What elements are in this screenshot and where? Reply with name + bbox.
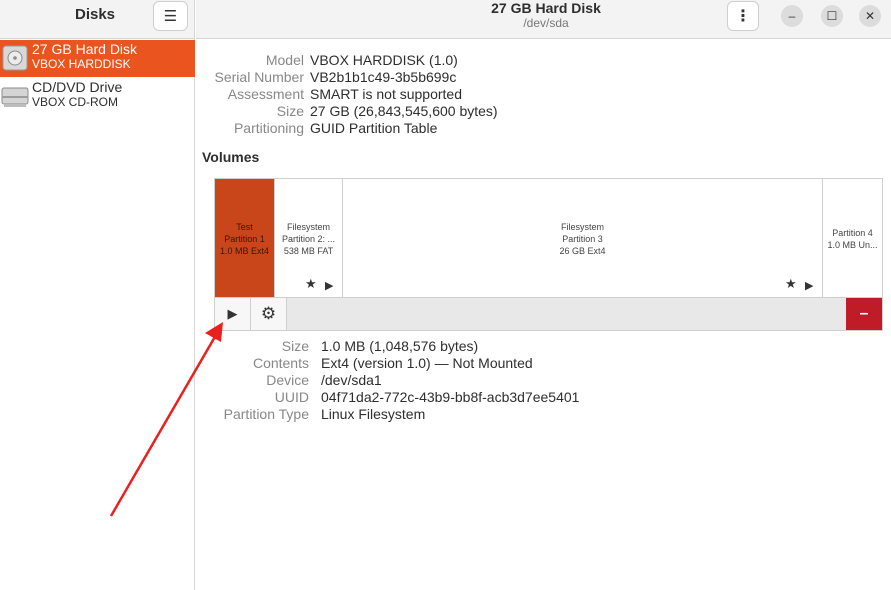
volume-toolbar: ▶ ⚙ – [214, 297, 883, 331]
property-value: /dev/sda1 [321, 372, 382, 388]
delete-partition-button[interactable]: – [846, 298, 882, 330]
partition-label: Filesystem [286, 222, 330, 232]
drive-name: CD/DVD Drive [32, 79, 123, 95]
main-menu-button[interactable]: ☰ [153, 1, 188, 31]
optical-drive-icon [1, 82, 29, 110]
header-bar: 27 GB Hard Disk /dev/sda ⋮ – ☐ ✕ [196, 0, 891, 39]
drive-model: VBOX CD-ROM [32, 95, 119, 109]
partition-label: Test [236, 222, 253, 232]
mounted-star-icon: ★ [305, 276, 317, 291]
partition-3-block[interactable]: Filesystem Partition 3 26 GB Ext4 ★ ▶ [343, 179, 823, 297]
play-icon: ▶ [227, 306, 238, 321]
property-row-size: Size 1.0 MB (1,048,576 bytes) [196, 338, 478, 355]
property-value: VB2b1b1c49-3b5b699c [310, 69, 457, 85]
property-label: UUID [274, 389, 309, 405]
property-value: GUID Partition Table [310, 120, 438, 136]
maximize-icon: ☐ [826, 9, 838, 23]
volumes-heading: Volumes [202, 149, 260, 165]
disk-item-cd-dvd-drive[interactable]: CD/DVD Drive VBOX CD-ROM [0, 78, 195, 115]
property-row-size: Size 27 GB (26,843,545,600 bytes) [196, 103, 498, 120]
property-label: Size [281, 338, 309, 354]
partition-label: Filesystem [560, 222, 604, 232]
gear-icon: ⚙ [260, 304, 277, 323]
mounted-star-icon: ★ [785, 276, 797, 291]
partition-size: 26 GB Ext4 [559, 246, 606, 256]
property-label: Assessment [227, 86, 304, 102]
partition-size: 1.0 MB Ext4 [219, 246, 270, 256]
property-row-contents: Contents Ext4 (version 1.0) — Not Mounte… [196, 355, 533, 372]
partition-size: 538 MB FAT [283, 246, 334, 256]
property-row-serial: Serial Number VB2b1b1c49-3b5b699c [196, 69, 457, 86]
property-row-device: Device /dev/sda1 [196, 372, 382, 389]
disk-details-pane: 27 GB Hard Disk /dev/sda ⋮ – ☐ ✕ Model V… [196, 0, 891, 590]
close-icon: ✕ [864, 9, 876, 23]
property-label: Partition Type [223, 406, 309, 422]
property-row-uuid: UUID 04f71da2-772c-43b9-bb8f-acb3d7ee540… [196, 389, 580, 406]
disk-item-hard-disk[interactable]: 27 GB Hard Disk VBOX HARDDISK [0, 40, 195, 77]
property-row-model: Model VBOX HARDDISK (1.0) [196, 52, 458, 69]
close-button[interactable]: ✕ [859, 5, 881, 27]
minus-icon: – [859, 305, 869, 322]
property-row-partition-type: Partition Type Linux Filesystem [196, 406, 426, 423]
hamburger-menu-icon: ☰ [163, 8, 178, 25]
hard-disk-icon [1, 44, 29, 72]
property-label: Size [276, 103, 304, 119]
property-label: Model [265, 52, 304, 68]
partition-2-block[interactable]: Filesystem Partition 2: ... 538 MB FAT ★… [275, 179, 343, 297]
mount-indicator-icon: ▶ [805, 280, 814, 292]
mount-button[interactable]: ▶ [215, 298, 251, 330]
vertical-dots-icon: ⋮ [735, 8, 751, 25]
partition-settings-button[interactable]: ⚙ [251, 298, 287, 330]
disk-model: VBOX HARDDISK [32, 57, 131, 71]
property-label: Device [266, 372, 309, 388]
sidebar-header: Disks ☰ [0, 0, 194, 39]
partition-4-block[interactable]: Partition 4 1.0 MB Un... [823, 179, 882, 297]
disk-sidebar: Disks ☰ 27 GB Hard Disk VBOX HARDDISK CD… [0, 0, 195, 590]
property-row-partitioning: Partitioning GUID Partition Table [196, 120, 437, 137]
property-label: Serial Number [214, 69, 304, 85]
property-label: Contents [252, 355, 309, 371]
minimize-icon: – [788, 9, 796, 23]
property-value: SMART is not supported [310, 86, 463, 102]
property-label: Partitioning [233, 120, 304, 136]
property-value: 1.0 MB (1,048,576 bytes) [321, 338, 479, 354]
property-value: Linux Filesystem [321, 406, 426, 422]
partition-1-block[interactable]: Test Partition 1 1.0 MB Ext4 [215, 179, 275, 297]
partition-number: Partition 3 [562, 234, 603, 244]
volume-map: Test Partition 1 1.0 MB Ext4 Filesystem … [214, 178, 883, 298]
mount-indicator-icon: ▶ [325, 280, 334, 292]
partition-label: Partition 4 [832, 228, 873, 238]
drive-options-button[interactable]: ⋮ [727, 1, 759, 31]
maximize-button[interactable]: ☐ [821, 5, 843, 27]
property-value: 27 GB (26,843,545,600 bytes) [310, 103, 498, 119]
partition-number: Partition 1 [224, 234, 265, 244]
property-value: VBOX HARDDISK (1.0) [310, 52, 458, 68]
property-value: Ext4 (version 1.0) — Not Mounted [321, 355, 533, 371]
partition-size: 1.0 MB Un... [827, 240, 878, 250]
property-value: 04f71da2-772c-43b9-bb8f-acb3d7ee5401 [321, 389, 580, 405]
minimize-button[interactable]: – [781, 5, 803, 27]
partition-number: Partition 2: ... [281, 234, 336, 244]
disk-name: 27 GB Hard Disk [32, 41, 138, 57]
property-row-assessment: Assessment SMART is not supported [196, 86, 462, 103]
